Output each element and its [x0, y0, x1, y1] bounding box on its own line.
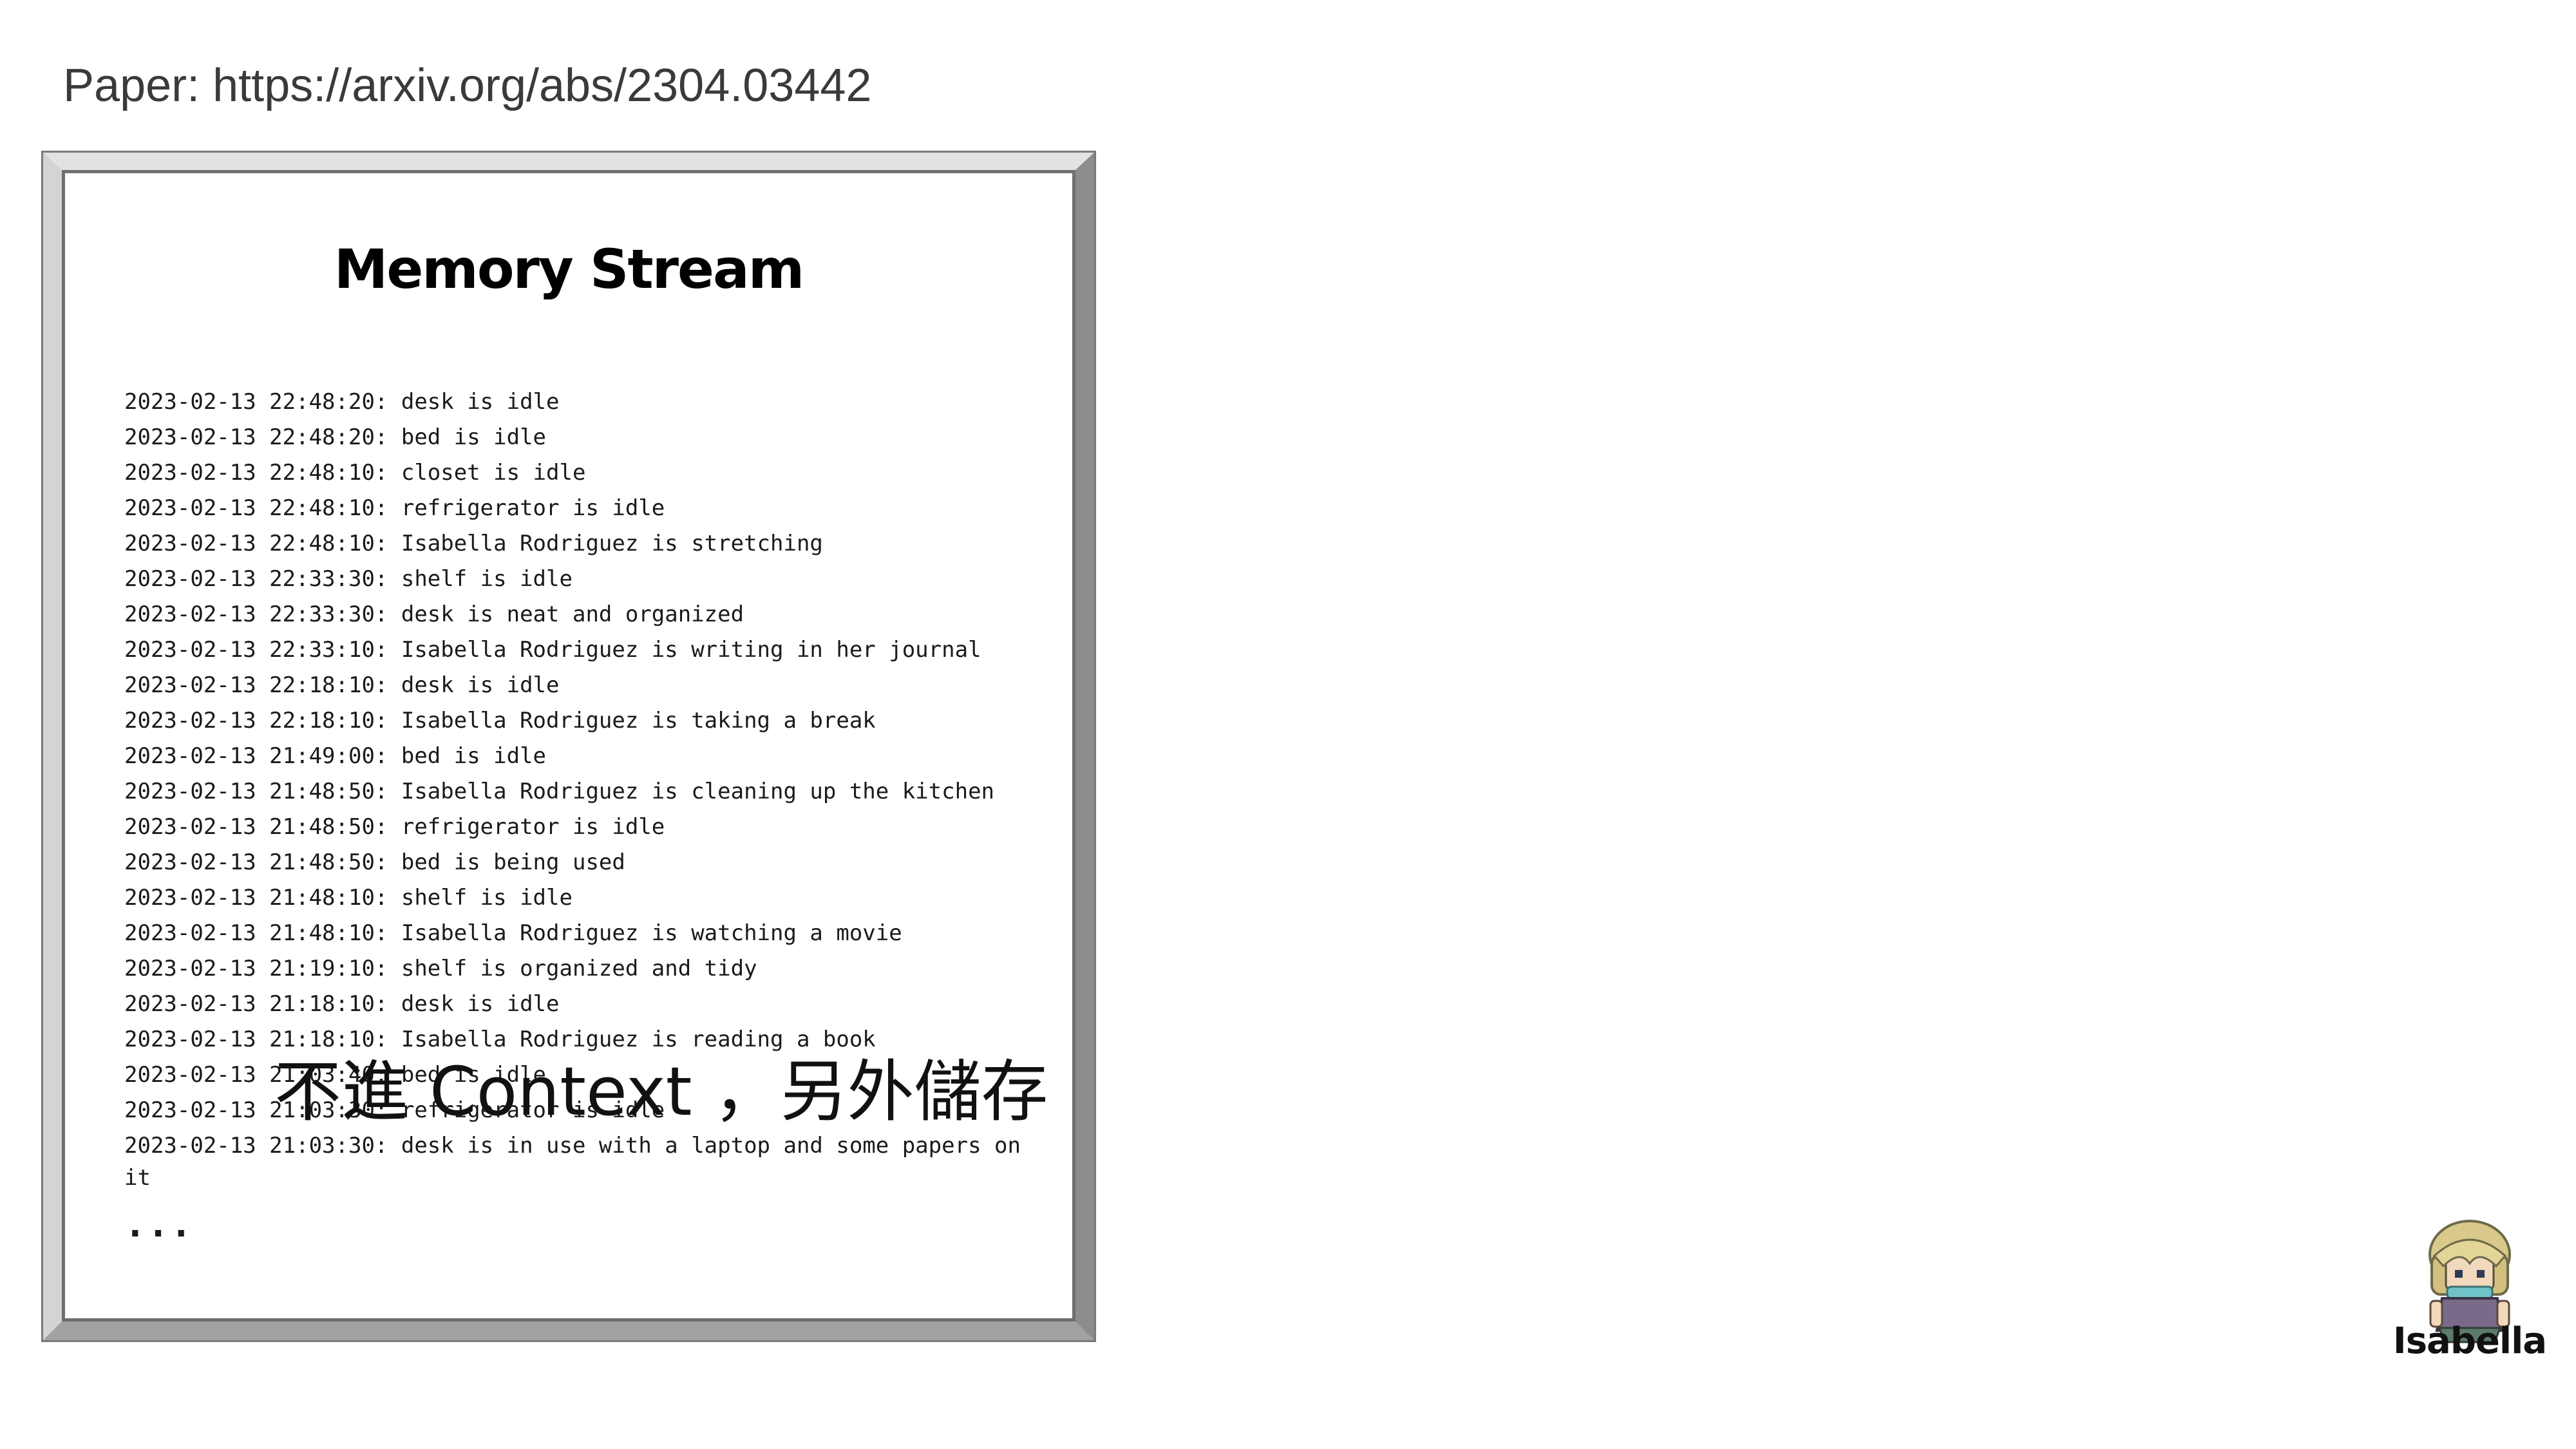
memory-entry: 2023-02-13 21:19:10: shelf is organized …: [124, 956, 757, 981]
memory-entry: 2023-02-13 22:48:10: closet is idle: [124, 460, 586, 486]
memory-entry: 2023-02-13 21:48:10: Isabella Rodriguez …: [124, 920, 902, 946]
memory-entry: 2023-02-13 22:33:10: Isabella Rodriguez …: [124, 637, 981, 663]
memory-entry: 2023-02-13 22:18:10: desk is idle: [124, 672, 560, 698]
memory-entry: 2023-02-13 21:48:50: Isabella Rodriguez …: [124, 779, 995, 804]
memory-entry: 2023-02-13 22:18:10: Isabella Rodriguez …: [124, 708, 876, 734]
memory-stream-title: Memory Stream: [334, 238, 804, 301]
paper-link-text: Paper: https://arxiv.org/abs/2304.03442: [63, 60, 872, 111]
memory-entry: 2023-02-13 21:49:00: bed is idle: [124, 743, 547, 769]
memory-stream-panel: Memory Stream 2023-02-13 22:48:20: desk …: [62, 170, 1075, 1321]
memory-entry: 2023-02-13 21:48:50: bed is being used: [124, 849, 625, 875]
memory-entry: 2023-02-13 21:03:30: desk is in use with…: [124, 1133, 1021, 1191]
storage-note: 不進 Context ，另外儲存: [274, 1052, 1048, 1131]
character-name-label: Isabella: [2392, 1320, 2547, 1362]
memory-entry: 2023-02-13 21:18:10: desk is idle: [124, 991, 560, 1017]
memory-entry: 2023-02-13 22:48:20: bed is idle: [124, 424, 547, 450]
memory-entry: 2023-02-13 22:33:30: desk is neat and or…: [124, 601, 744, 627]
memory-entry: 2023-02-13 21:48:10: shelf is idle: [124, 885, 573, 911]
memory-entry: 2023-02-13 22:48:10: Isabella Rodriguez …: [124, 531, 823, 556]
memory-stream-frame: Memory Stream 2023-02-13 22:48:20: desk …: [41, 151, 1096, 1342]
memory-entry: 2023-02-13 22:48:10: refrigerator is idl…: [124, 495, 665, 521]
memory-entry: 2023-02-13 22:48:20: desk is idle: [124, 389, 560, 415]
memory-entry: 2023-02-13 21:48:50: refrigerator is idl…: [124, 814, 665, 840]
memory-entry: 2023-02-13 22:33:30: shelf is idle: [124, 566, 573, 592]
more-entries-ellipsis: ...: [124, 1204, 194, 1245]
